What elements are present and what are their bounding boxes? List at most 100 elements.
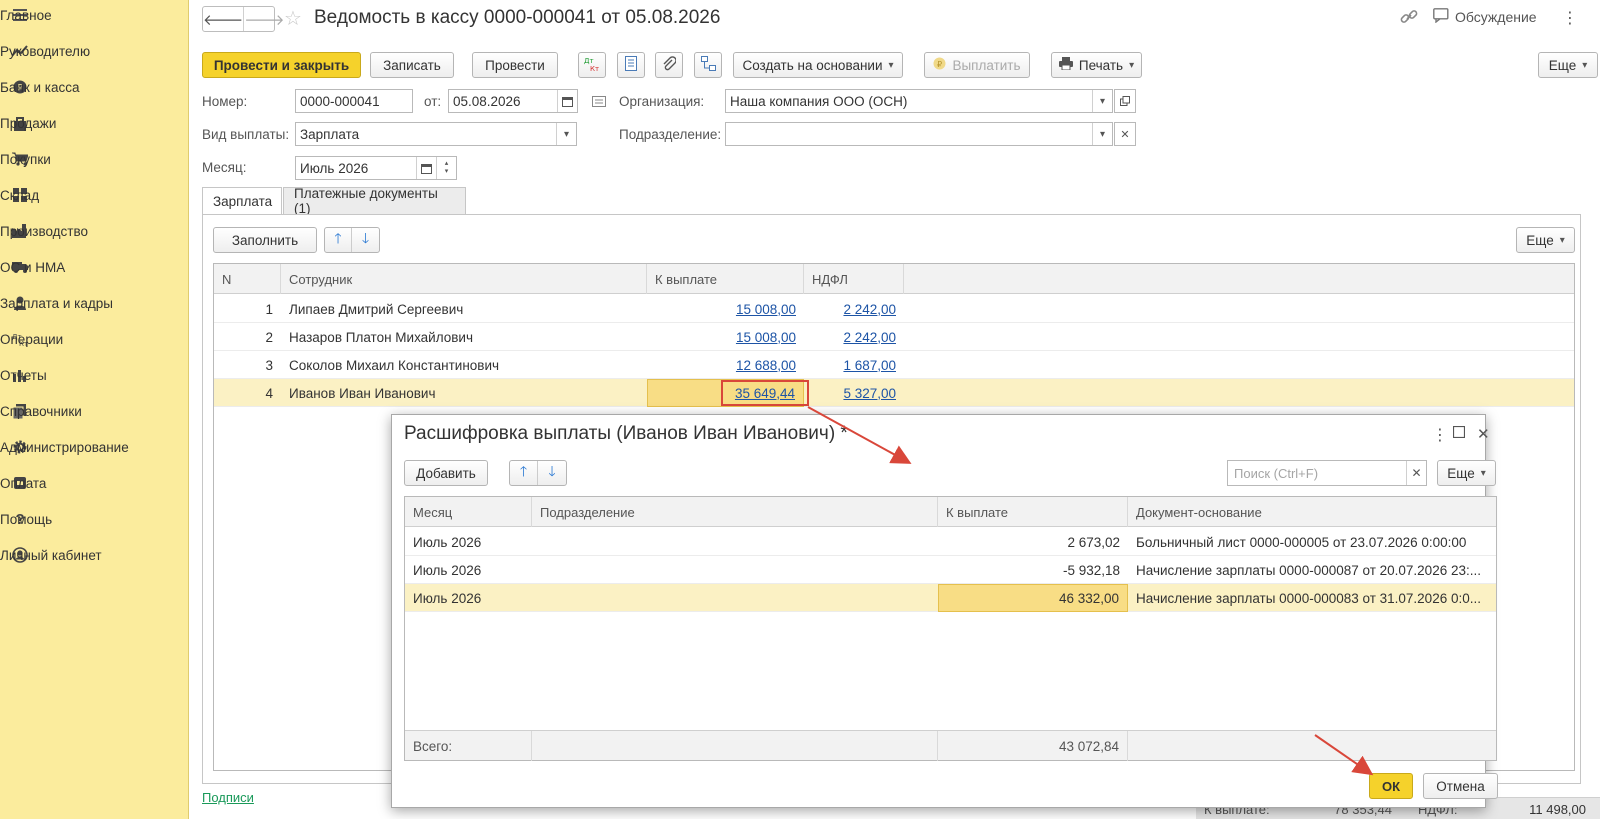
- maximize-icon[interactable]: [1452, 425, 1466, 443]
- pay-link[interactable]: 12 688,00: [736, 358, 796, 373]
- link-icon[interactable]: [1400, 8, 1418, 26]
- table-footer: Всего: 43 072,84: [405, 730, 1496, 761]
- sidebar-item-production[interactable]: Производство: [0, 216, 189, 246]
- column-header-ndfl[interactable]: НДФЛ: [804, 264, 904, 294]
- total-label: Всего:: [405, 731, 532, 761]
- more-vertical-icon[interactable]: ⋮: [1432, 425, 1448, 445]
- sidebar-item-operations[interactable]: Дт Кт Операции: [0, 324, 189, 354]
- table-row[interactable]: 1 Липаев Дмитрий Сергеевич 15 008,00 2 2…: [214, 295, 1574, 323]
- move-up-button[interactable]: 🡑: [325, 228, 353, 252]
- basis-doc-cell: Начисление зарплаты 0000-000087 от 20.07…: [1136, 562, 1481, 578]
- post-button[interactable]: Провести: [472, 52, 558, 78]
- department-field[interactable]: ▾: [725, 122, 1113, 146]
- column-header-basis-doc[interactable]: Документ-основание: [1128, 497, 1496, 527]
- hierarchy-icon: [700, 56, 716, 74]
- fill-button[interactable]: Заполнить: [213, 227, 317, 253]
- table-more-button[interactable]: Еще: [1516, 227, 1575, 253]
- month-cell: Июль 2026: [413, 590, 482, 606]
- dtkt-button[interactable]: Дт Кт: [578, 52, 606, 78]
- organization-label: Организация:: [619, 94, 705, 109]
- more-vertical-icon[interactable]: ⋮: [1562, 8, 1578, 28]
- sidebar-item-sales[interactable]: Продажи: [0, 108, 189, 138]
- create-based-on-button[interactable]: Создать на основании: [733, 52, 903, 78]
- clear-department-button[interactable]: ✕: [1114, 122, 1136, 146]
- save-button[interactable]: Записать: [370, 52, 454, 78]
- ndfl-link[interactable]: 1 687,00: [843, 358, 896, 373]
- open-organization-button[interactable]: [1114, 89, 1136, 113]
- pay-type-label: Вид выплаты:: [202, 127, 290, 142]
- clear-search-icon[interactable]: ✕: [1406, 461, 1426, 485]
- sidebar-item-warehouse[interactable]: Склад: [0, 180, 189, 210]
- move-up-button[interactable]: 🡑: [510, 461, 538, 485]
- column-header-n[interactable]: N: [214, 264, 281, 294]
- sidebar-item-bank[interactable]: ₽ Банк и касса: [0, 72, 189, 102]
- table-row[interactable]: 2 Назаров Платон Михайлович 15 008,00 2 …: [214, 323, 1574, 351]
- table-row-selected[interactable]: 4 Иванов Иван Иванович 35 649,44 5 327,0…: [214, 379, 1574, 407]
- table-row[interactable]: Июль 2026 -5 932,18 Начисление зарплаты …: [405, 556, 1496, 584]
- sidebar-item-director[interactable]: Руководителю: [0, 36, 189, 66]
- comment-icon[interactable]: [592, 95, 606, 110]
- calendar-icon[interactable]: [557, 90, 577, 112]
- column-header-pay[interactable]: К выплате: [647, 264, 804, 294]
- pay-link[interactable]: 15 008,00: [736, 302, 796, 317]
- arrow-right-icon: 🡒: [244, 11, 285, 29]
- discussion-button[interactable]: Обсуждение: [1433, 8, 1537, 26]
- number-field[interactable]: 0000-000041: [295, 89, 413, 113]
- move-down-button[interactable]: 🡓: [538, 461, 566, 485]
- table-row[interactable]: 3 Соколов Михаил Константинович 12 688,0…: [214, 351, 1574, 379]
- month-stepper[interactable]: ▴ ▾: [436, 157, 456, 179]
- chevron-down-icon[interactable]: ▾: [556, 123, 576, 145]
- favorite-star-icon[interactable]: ☆: [284, 6, 302, 31]
- sidebar-item-main[interactable]: Главное: [0, 0, 189, 30]
- add-button[interactable]: Добавить: [404, 460, 488, 486]
- tab-salary[interactable]: Зарплата: [202, 187, 282, 215]
- month-field[interactable]: Июль 2026 ▴ ▾: [295, 156, 457, 180]
- attach-button[interactable]: [655, 52, 683, 78]
- sidebar-item-purchases[interactable]: Покупки: [0, 144, 189, 174]
- sidebar-item-payment[interactable]: Оплата: [0, 468, 189, 498]
- organization-field[interactable]: Наша компания ООО (ОСН) ▾: [725, 89, 1113, 113]
- search-input[interactable]: Поиск (Ctrl+F) ✕: [1227, 460, 1427, 486]
- sidebar-item-help[interactable]: ? Помощь: [0, 504, 189, 534]
- pay-link[interactable]: 15 008,00: [736, 330, 796, 345]
- post-and-close-button[interactable]: Провести и закрыть: [202, 52, 361, 78]
- tab-payment-docs[interactable]: Платежные документы (1): [283, 186, 466, 216]
- pay-cell[interactable]: 46 332,00: [938, 584, 1128, 612]
- structure-button[interactable]: [694, 52, 722, 78]
- arrow-up-icon: 🡑: [334, 230, 342, 246]
- sidebar-item-account[interactable]: Личный кабинет: [0, 540, 189, 570]
- sidebar-item-assets[interactable]: ОС и НМА: [0, 252, 189, 282]
- ndfl-link[interactable]: 5 327,00: [843, 386, 896, 401]
- sidebar-item-salary[interactable]: Зарплата и кадры: [0, 288, 189, 318]
- pay-type-field[interactable]: Зарплата ▾: [295, 122, 577, 146]
- column-header-month[interactable]: Месяц: [405, 497, 532, 527]
- table-row[interactable]: Июль 2026 2 673,02 Больничный лист 0000-…: [405, 528, 1496, 556]
- sidebar-item-reports[interactable]: Отчеты: [0, 360, 189, 390]
- employee-name: Иванов Иван Иванович: [289, 385, 436, 401]
- pay-button[interactable]: ₽ Выплатить: [924, 52, 1030, 78]
- close-icon[interactable]: ✕: [1477, 425, 1490, 443]
- dialog-more-button[interactable]: Еще: [1437, 460, 1496, 486]
- more-button[interactable]: Еще: [1538, 52, 1598, 78]
- department-cell: [532, 584, 938, 612]
- print-button[interactable]: Печать: [1051, 52, 1142, 78]
- ok-button[interactable]: ОК: [1369, 773, 1413, 799]
- column-header-department[interactable]: Подразделение: [532, 497, 938, 527]
- date-field[interactable]: 05.08.2026: [448, 89, 578, 113]
- forward-button[interactable]: 🡒: [243, 7, 284, 31]
- cancel-button[interactable]: Отмена: [1423, 773, 1498, 799]
- sidebar-item-admin[interactable]: Администрирование: [0, 432, 189, 462]
- journal-button[interactable]: [617, 52, 645, 78]
- sidebar-item-catalogs[interactable]: Справочники: [0, 396, 189, 426]
- ndfl-link[interactable]: 2 242,00: [843, 330, 896, 345]
- column-header-employee[interactable]: Сотрудник: [281, 264, 647, 294]
- table-row-selected[interactable]: Июль 2026 46 332,00 Начисление зарплаты …: [405, 584, 1496, 612]
- calendar-icon[interactable]: [416, 157, 436, 179]
- ndfl-link[interactable]: 2 242,00: [843, 302, 896, 317]
- signatures-link[interactable]: Подписи: [202, 790, 254, 805]
- column-header-pay[interactable]: К выплате: [938, 497, 1128, 527]
- move-down-button[interactable]: 🡓: [352, 228, 379, 252]
- chevron-down-icon[interactable]: ▾: [1092, 90, 1112, 112]
- back-button[interactable]: 🡐: [203, 7, 243, 31]
- chevron-down-icon[interactable]: ▾: [1092, 123, 1112, 145]
